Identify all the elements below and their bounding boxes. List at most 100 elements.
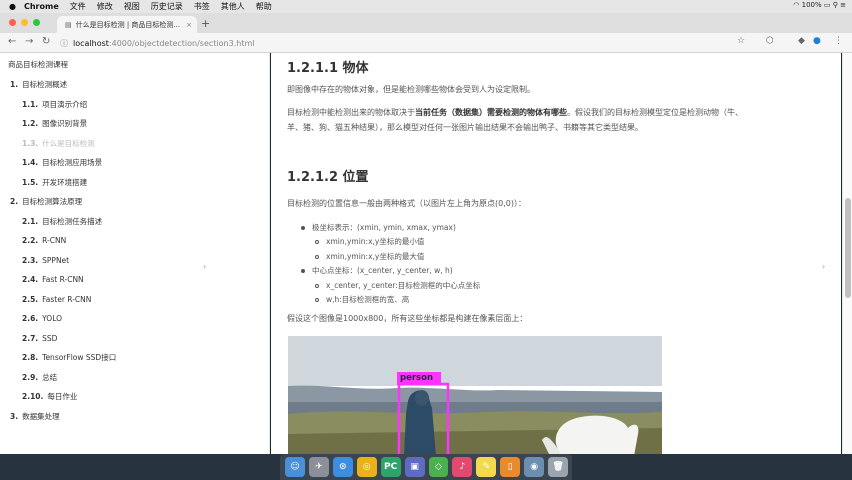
sidebar-item[interactable]: 1.3. 什么是目标检测 [0, 134, 269, 154]
extension-icon[interactable]: ⬡ [766, 36, 774, 46]
sidebar-item[interactable]: 1.1. 项目演示介绍 [0, 95, 269, 115]
minimize-window-button[interactable] [21, 19, 28, 26]
sidebar-item-label: R-CNN [42, 236, 67, 245]
apple-icon[interactable]: ● [9, 2, 16, 11]
menu-list-icon[interactable]: ≡ [840, 1, 846, 9]
info-icon[interactable]: ⓘ [60, 38, 68, 49]
tab-title: 什么是目标检测 | 商品目标检测... [75, 20, 181, 29]
menu-history[interactable]: 历史记录 [151, 1, 183, 12]
zoom-window-button[interactable] [33, 19, 40, 26]
notes-app-icon[interactable]: ✎ [476, 457, 497, 477]
battery-icon[interactable]: ▭ [824, 1, 831, 9]
safari-app-icon[interactable]: ⊙ [332, 457, 353, 477]
sidebar-item[interactable]: 2.3. SPPNet [0, 251, 269, 271]
pycharm-app-icon[interactable]: PC [380, 457, 401, 477]
new-tab-button[interactable]: + [201, 17, 210, 30]
bullet-icon [315, 284, 319, 288]
list-item: w,h:目标检测框的宽、高 [315, 294, 409, 305]
url-path: :4000/objectdetection/section3.html [108, 38, 255, 48]
sidebar-item-number: 3. [10, 411, 19, 421]
url-host: localhost [73, 38, 109, 48]
chrome-app-icon[interactable]: ◎ [356, 457, 377, 477]
music-app-icon[interactable]: ♪ [452, 457, 473, 477]
page-content: 1.2.1.1 物体 即图像中存在的物体对象，但是能检测哪些物体会受到人为设定限… [271, 53, 841, 454]
sidebar-item-label: 总结 [42, 372, 58, 382]
sidebar-item[interactable]: 2.9. 总结 [0, 368, 269, 388]
browser-toolbar: ← → ↻ ⓘ localhost :4000/objectdetection/… [0, 33, 852, 53]
finder-app-icon[interactable]: ☺ [285, 457, 305, 477]
page-scrollbar[interactable] [842, 53, 852, 454]
sidebar-item[interactable]: 1.2. 图像识别背景 [0, 114, 269, 134]
sidebar-item[interactable]: 2.8. TensorFlow SSD接口 [0, 348, 269, 368]
chrome-menu-icon[interactable]: ⋮ [834, 36, 843, 46]
paragraph-object-scope: 目标检测中能检测出来的物体取决于当前任务（数据集）需要检测的物体有哪些。假设我们… [287, 105, 747, 135]
maps-app-icon[interactable]: ◇ [428, 457, 449, 477]
forward-icon[interactable]: → [25, 36, 33, 47]
sidebar-item-number: 2.2. [22, 236, 39, 245]
sidebar-item[interactable]: 2. 目标检测算法原理 [0, 192, 269, 212]
sidebar-item[interactable]: 2.6. YOLO [0, 309, 269, 329]
close-tab-icon[interactable]: × [186, 21, 192, 29]
list-item: 极坐标表示：(xmin, ymin, xmax, ymax) [301, 222, 456, 233]
bullet-icon [315, 255, 319, 259]
sidebar-item-label: 目标检测概述 [22, 80, 68, 89]
sidebar-item[interactable]: 1.5. 开发环境搭建 [0, 173, 269, 193]
sidebar-item-label: 什么是目标检测 [42, 138, 95, 148]
sidebar-item[interactable]: 2.5. Faster R-CNN [0, 290, 269, 310]
trash-app-icon[interactable]: 🗑 [548, 457, 569, 477]
sidebar-item[interactable]: 2.1. 目标检测任务描述 [0, 212, 269, 232]
paragraph-text: 目标检测中能检测出来的物体取决于 [287, 108, 415, 117]
preview-app-icon[interactable]: ◉ [524, 457, 545, 477]
book-title[interactable]: 商品目标检测课程 [0, 53, 269, 75]
macos-menubar: ● Chrome 文件 修改 视图 历史记录 书签 其他人 帮助 ◠ 100% … [0, 0, 852, 13]
battery-percent: 100% [801, 1, 822, 9]
sidebar-item[interactable]: 1. 目标检测概述 [0, 75, 269, 95]
menu-help[interactable]: 帮助 [256, 1, 272, 12]
keynote-app-icon[interactable]: ▣ [404, 457, 425, 477]
address-bar[interactable]: ⓘ localhost :4000/objectdetection/sectio… [60, 36, 750, 50]
sidebar-item[interactable]: 2.2. R-CNN [0, 231, 269, 251]
reload-icon[interactable]: ↻ [42, 36, 50, 47]
sidebar-item-number: 2.4. [22, 275, 39, 284]
sidebar-item[interactable]: 2.7. SSD [0, 329, 269, 349]
page-favicon-icon: ▤ [65, 20, 72, 29]
scrollbar-thumb[interactable] [845, 198, 851, 298]
browser-tab[interactable]: ▤ 什么是目标检测 | 商品目标检测... × [57, 16, 197, 33]
wifi-icon[interactable]: ◠ [793, 1, 799, 9]
sidebar-item-label: 目标检测应用场景 [42, 158, 103, 167]
menu-bookmarks[interactable]: 书签 [194, 1, 210, 12]
menu-app-name[interactable]: Chrome [24, 2, 59, 11]
sidebar-item[interactable]: 3. 数据集处理 [0, 407, 269, 427]
next-page-icon[interactable]: › [822, 262, 825, 271]
bookmark-star-icon[interactable]: ☆ [737, 36, 745, 46]
bullet-icon [315, 298, 319, 302]
close-window-button[interactable] [9, 19, 16, 26]
toc-list: 1. 目标检测概述 1.1. 项目演示介绍 1.2. 图像识别背景 1.3. 什么是目标检测 1… [0, 75, 269, 426]
heading-object: 1.2.1.1 物体 [287, 61, 369, 76]
extension-icon-2[interactable]: ◆ [798, 36, 805, 46]
ibooks-app-icon[interactable]: ▯ [500, 457, 521, 477]
sidebar-item[interactable]: 1.4. 目标检测应用场景 [0, 153, 269, 173]
bullet-icon [301, 269, 305, 273]
paragraph-image-size: 假设这个图像是1000x800，所有这些坐标都是构建在像素层面上： [287, 314, 528, 323]
bullet-icon [315, 240, 319, 244]
search-icon[interactable]: ⚲ [833, 1, 838, 9]
list-item-text: xmin,ymin:x,y坐标的最大值 [326, 252, 425, 261]
paragraph-object-def: 即图像中存在的物体对象，但是能检测哪些物体会受到人为设定限制。 [287, 85, 535, 94]
profile-icon[interactable]: ● [813, 36, 821, 46]
menu-edit[interactable]: 修改 [97, 1, 113, 12]
sidebar-item-label: 图像识别背景 [42, 119, 88, 128]
sidebar-item[interactable]: 2.4. Fast R-CNN [0, 270, 269, 290]
previous-page-icon[interactable]: ‹ [203, 262, 206, 271]
menu-file[interactable]: 文件 [70, 1, 86, 12]
menu-people[interactable]: 其他人 [221, 1, 245, 12]
sidebar-item-number: 2.9. [22, 372, 39, 382]
sidebar-item-number: 2.10. [22, 392, 44, 401]
heading-position: 1.2.1.2 位置 [287, 170, 369, 185]
sidebar-item-label: YOLO [42, 314, 63, 323]
menu-view[interactable]: 视图 [124, 1, 140, 12]
launchpad-app-icon[interactable]: ✈ [308, 457, 329, 477]
back-icon[interactable]: ← [8, 36, 16, 47]
sidebar-item-label: 目标检测任务描述 [42, 216, 103, 226]
sidebar-item[interactable]: 2.10. 每日作业 [0, 387, 269, 407]
